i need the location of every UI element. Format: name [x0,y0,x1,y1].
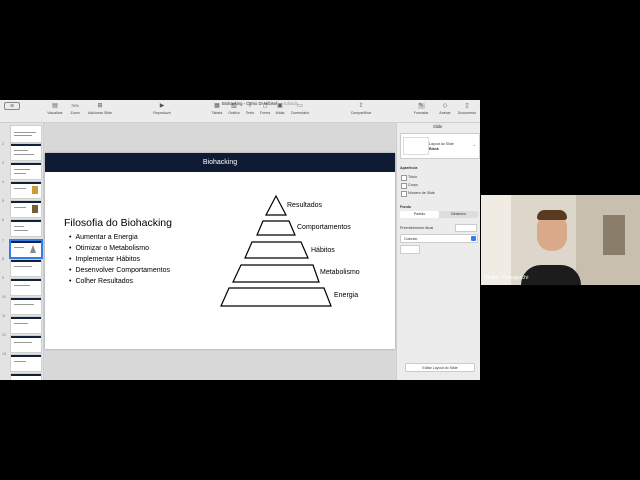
pyramid-label-habitos: Hábitos [311,247,335,254]
background-heading: Fundo [400,205,411,209]
slide-thumbnail[interactable] [10,143,42,161]
toolbar-play-button[interactable]: ▶ Reproduzir [147,103,177,115]
slide-canvas[interactable]: Biohacking Filosofia do Biohacking Aumen… [44,123,396,380]
pyramid-level-5 [220,287,332,307]
fill-type-select[interactable]: Colorido [400,234,478,243]
chevron-down-icon: ⌄ [473,143,477,147]
zoom-value: 78% [70,103,79,108]
pyramid-label-metabolismo: Metabolismo [320,269,360,276]
share-icon: ⇪ [358,103,364,109]
slide-number: 5 [2,199,4,203]
appearance-heading: Aparência [400,166,418,170]
slide-thumbnail[interactable] [10,335,42,353]
slide-number: 12 [2,333,6,337]
format-inspector: Slide Layout do Slide Blank ⌄ Aparência … [396,123,480,380]
fill-label: Preenchimento Atual [400,226,434,230]
document-icon: ▯ [465,103,469,109]
slide-number-checkbox[interactable] [401,191,407,197]
layout-label: Layout do Slide [429,142,454,146]
slide-number: 4 [2,180,4,184]
view-icon: ▤ [52,103,58,109]
slide-number: 10 [2,295,6,299]
slide-number: 11 [2,314,6,318]
pyramid-level-4 [232,264,320,283]
slide-number: 6 [2,218,4,222]
pyramid-label-comportamentos: Comportamentos [297,224,351,231]
stepper-icon [471,236,476,241]
slide-thumbnail-selected[interactable] [9,239,43,259]
toolbar-document-button[interactable]: ▯ Documento [452,103,480,115]
bg-tab-dynamic[interactable]: Dinâmico [439,211,478,218]
toolbar-share-button[interactable]: ⇪ Compartilhar [346,103,376,115]
edit-slide-layout-label: Editar Layout do Slide [422,365,458,370]
slide-thumbnail[interactable] [10,297,42,315]
color-picker-button[interactable] [400,245,420,254]
slide-header[interactable]: Biohacking [45,153,395,172]
toolbar-comment-button[interactable]: ▭ Comentário [285,103,315,115]
toolbar: ⊞ Biohacking - Curso Dr Mibisef — Editad… [0,100,480,123]
pyramid-label-energia: Energia [334,292,359,299]
fill-type-value: Colorido [404,236,418,241]
person-hair [537,210,567,220]
slide-heading[interactable]: Filosofia do Biohacking [64,217,172,229]
layout-selector[interactable]: Layout do Slide Blank ⌄ [400,133,480,159]
slide-thumbnail[interactable] [10,181,42,199]
pyramid-level-2 [256,220,296,236]
slide-thumbnail[interactable] [10,259,42,277]
bullet-item: Otimizar o Metabolismo [69,243,170,254]
bullet-item: Desenvolver Comportamentos [69,265,170,276]
slide-navigator[interactable]: 2 3 4 5 6 7 8 9 10 11 12 13 [0,123,44,380]
slide-thumbnail[interactable] [10,316,42,334]
slide-number-option-label: Número de Slide [408,191,435,195]
slide-thumbnail[interactable] [10,373,42,380]
slide-number: 7 [2,239,4,243]
pyramid-label-resultados: Resultados [287,202,323,209]
comment-icon: ▭ [297,103,303,109]
slide-number: 3 [2,161,4,165]
title-option-label: Título [408,175,417,179]
slide-number: 9 [2,276,4,280]
background-segmented-control: Padrão Dinâmico [400,211,478,218]
slide-number: 13 [2,352,6,356]
media-icon: ▣ [277,103,283,109]
slide-thumbnail[interactable] [10,162,42,180]
webcam-feed: Sergio Yamaguchi [481,195,640,285]
slide-thumbnail[interactable] [10,219,42,237]
slide-thumbnail[interactable] [10,354,42,372]
play-icon: ▶ [159,103,165,109]
pyramid-level-1 [265,194,287,216]
sidebar-toggle-button[interactable]: ⊞ [4,102,20,110]
slide-thumbnail[interactable] [10,125,42,143]
inspector-tab-slide[interactable]: Slide [433,124,442,129]
format-icon: ✎ [417,103,425,109]
slide-number: 2 [2,142,4,146]
slide-thumbnail[interactable] [10,200,42,218]
body-checkbox[interactable] [401,183,407,189]
slide[interactable]: Biohacking Filosofia do Biohacking Aumen… [45,153,395,349]
title-checkbox[interactable] [401,175,407,181]
body-option-label: Corpo [408,183,418,187]
animate-icon: ◇ [442,103,448,109]
layout-preview [403,137,429,155]
layout-value: Blank [429,147,439,151]
participant-name: Sergio Yamaguchi [484,275,529,281]
bullet-item: Colher Resultados [69,276,170,287]
slide-thumbnail[interactable] [10,278,42,296]
edit-slide-layout-button[interactable]: Editar Layout do Slide [405,363,475,372]
pyramid-level-3 [244,241,309,259]
bullet-item: Aumentar a Energia [69,232,170,243]
person-body [521,265,581,285]
bullet-list[interactable]: Aumentar a Energia Otimizar o Metabolism… [69,232,170,287]
toolbar-add-slide-button[interactable]: ⊞ Adicionar Slide [85,103,115,115]
fill-swatch[interactable] [455,224,477,232]
keynote-window: ⊞ Biohacking - Curso Dr Mibisef — Editad… [0,100,480,380]
bg-tab-default[interactable]: Padrão [400,211,439,218]
slide-number: 8 [2,257,4,261]
add-slide-icon: ⊞ [97,103,103,109]
bullet-item: Implementar Hábitos [69,254,170,265]
